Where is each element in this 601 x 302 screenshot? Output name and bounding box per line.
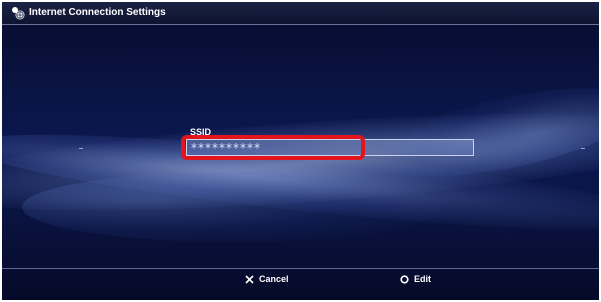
cancel-button[interactable]: Cancel [245, 273, 289, 285]
title-bar: Internet Connection Settings [2, 2, 599, 25]
edit-label: Edit [414, 274, 431, 284]
window-title: Internet Connection Settings [29, 7, 166, 18]
background-wave [22, 172, 442, 242]
cancel-label: Cancel [259, 274, 289, 284]
ps3-settings-screen: Internet Connection Settings SSID ******… [2, 2, 599, 300]
scroll-left-indicator [79, 148, 83, 149]
cross-button-icon [245, 274, 254, 284]
circle-button-icon [400, 274, 409, 284]
network-globe-icon [12, 7, 25, 20]
edit-button[interactable]: Edit [400, 273, 431, 285]
background-wave [377, 70, 599, 194]
background-wave [2, 94, 599, 230]
highlight-annotation [181, 135, 365, 160]
bottom-bar [2, 268, 599, 291]
scroll-right-indicator [581, 148, 585, 149]
